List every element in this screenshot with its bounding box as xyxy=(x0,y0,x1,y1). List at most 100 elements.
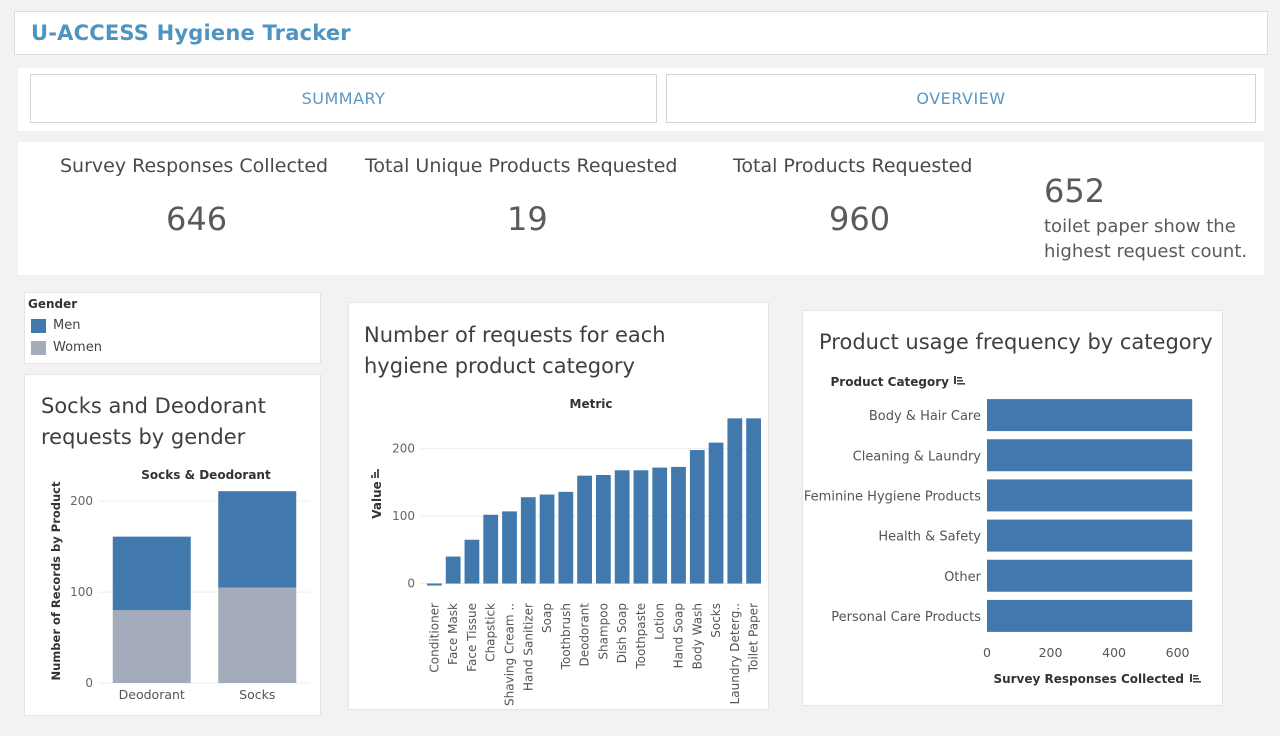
bar-men-socks[interactable] xyxy=(218,491,297,588)
y-tick-label: 200 xyxy=(392,442,415,456)
legend-title: Gender xyxy=(28,297,78,311)
bar-personal-care-products[interactable] xyxy=(987,599,1193,632)
y-tick-label: 100 xyxy=(392,509,415,523)
nav-bar: SUMMARY OVERVIEW xyxy=(18,68,1264,131)
requests-chart-y-axis-label: Value xyxy=(370,481,384,519)
legend-item-women[interactable]: Women xyxy=(31,340,102,355)
socks-chart-subtitle: Socks & Deodorant xyxy=(141,468,271,482)
bar-women-socks[interactable] xyxy=(218,587,297,683)
legend-label-women: Women xyxy=(53,340,102,355)
kpi-survey-value: 646 xyxy=(166,200,228,238)
legend-item-men[interactable]: Men xyxy=(31,318,80,333)
usage-chart-x-axis-label: Survey Responses Collected xyxy=(993,672,1184,686)
x-tick-label: Face Tissue xyxy=(465,603,479,672)
bar-body-wash[interactable] xyxy=(689,450,705,584)
y-tick-label: 200 xyxy=(70,494,93,508)
x-tick-label: Body Wash xyxy=(690,603,704,669)
kpi-unique-label: Total Unique Products Requested xyxy=(365,155,678,177)
y-tick-label: Cleaning & Laundry xyxy=(853,449,982,464)
legend-label-men: Men xyxy=(53,318,81,333)
requests-chart-subtitle: Metric xyxy=(570,397,613,411)
y-tick-label: Other xyxy=(944,570,982,585)
x-tick-label: Face Mask xyxy=(446,603,460,665)
bar-socks[interactable] xyxy=(708,442,724,584)
bar-chapstick[interactable] xyxy=(483,514,499,584)
x-tick-label: Toothpaste xyxy=(634,603,648,670)
x-tick-label: Toothbrush xyxy=(559,603,573,670)
bar-feminine-hygiene-products[interactable] xyxy=(987,479,1193,512)
bar-men-deodorant[interactable] xyxy=(112,536,191,611)
x-tick-label: Dish Soap xyxy=(615,603,629,663)
requests-chart: Metric Value 0 100 200 Conditioner Face Mask… xyxy=(370,397,761,706)
sort-icon[interactable] xyxy=(371,469,379,478)
bar-hand-sanitizer[interactable] xyxy=(520,497,536,584)
overview-button[interactable]: OVERVIEW xyxy=(666,74,1256,123)
requests-panel: Number of requests for each hygiene prod… xyxy=(348,302,769,710)
bar-other[interactable] xyxy=(987,559,1193,592)
x-tick-label: Hand Sanitizer xyxy=(521,603,535,691)
bar-face-tissue[interactable] xyxy=(464,539,480,584)
kpi-total-label: Total Products Requested xyxy=(733,155,973,177)
x-tick-label: Socks xyxy=(709,603,723,638)
bar-toothpaste[interactable] xyxy=(633,470,649,584)
x-tick-label: Laundry Deterg.. xyxy=(728,603,742,704)
bar-body-hair-care[interactable] xyxy=(987,399,1193,432)
y-tick-label: 100 xyxy=(70,585,93,599)
gender-legend: Gender Men Women xyxy=(24,292,321,364)
y-tick-label: 0 xyxy=(85,676,93,690)
x-tick-label: 0 xyxy=(983,645,991,660)
y-tick-label: Personal Care Products xyxy=(831,610,981,625)
summary-button[interactable]: SUMMARY xyxy=(30,74,657,123)
kpi-unique-value: 19 xyxy=(507,200,548,238)
kpi-total-value: 960 xyxy=(829,200,891,238)
bar-soap[interactable] xyxy=(539,494,555,584)
x-tick-label: 400 xyxy=(1102,645,1126,660)
x-tick-label: Shaving Cream .. xyxy=(503,603,517,706)
app-title: U-ACCESS Hygiene Tracker xyxy=(31,21,351,45)
bar-lotion[interactable] xyxy=(652,467,668,584)
bar-cleaning-laundry[interactable] xyxy=(987,439,1193,472)
x-tick-label: Hand Soap xyxy=(672,603,686,668)
bar-face-mask[interactable] xyxy=(445,556,461,584)
sort-category-icon[interactable] xyxy=(954,376,965,385)
x-tick-label: Toilet Paper xyxy=(747,603,761,673)
x-tick-label: 600 xyxy=(1166,645,1190,660)
bar-dish-soap[interactable] xyxy=(614,470,630,584)
bar-conditioner[interactable] xyxy=(427,583,442,586)
x-tick-label: Deodorant xyxy=(578,603,592,667)
bar-shaving-cream-[interactable] xyxy=(502,511,517,584)
title-bar: U-ACCESS Hygiene Tracker xyxy=(14,11,1268,55)
bar-women-deodorant[interactable] xyxy=(112,610,191,683)
socks-chart-y-axis-label: Number of Records by Product xyxy=(49,481,63,681)
bar-health-safety[interactable] xyxy=(987,519,1193,552)
bar-deodorant[interactable] xyxy=(577,475,592,584)
y-tick-label: 0 xyxy=(407,577,415,591)
bar-shampoo[interactable] xyxy=(596,474,611,584)
x-tick-label: Conditioner xyxy=(427,603,441,673)
y-tick-label: Body & Hair Care xyxy=(869,409,981,424)
sort-responses-icon[interactable] xyxy=(1190,674,1201,683)
socks-deodorant-panel: Socks and Deodorant requests by gender S… xyxy=(24,374,321,716)
x-tick-label: Soap xyxy=(540,603,554,633)
usage-chart-y-axis-label: Product Category xyxy=(831,375,950,389)
legend-swatch-men xyxy=(31,318,46,333)
socks-deodorant-chart: Socks & Deodorant Number of Records by P… xyxy=(49,468,310,702)
kpi-survey-label: Survey Responses Collected xyxy=(60,155,329,177)
bar-laundry-deterg-[interactable] xyxy=(727,418,743,584)
x-tick-label: Chapstick xyxy=(484,603,498,662)
usage-chart: Product Category Survey Responses Collec… xyxy=(804,375,1201,686)
usage-panel: Product usage frequency by category Prod… xyxy=(802,310,1223,706)
x-tick-label: Lotion xyxy=(653,603,667,640)
y-tick-label: Feminine Hygiene Products xyxy=(804,489,981,504)
bar-toothbrush[interactable] xyxy=(558,491,574,584)
x-tick-label: 200 xyxy=(1039,645,1063,660)
bar-toilet-paper[interactable] xyxy=(746,418,761,584)
highlight-text: toilet paper show the highest request co… xyxy=(1044,216,1248,262)
highlight-value: 652 xyxy=(1044,172,1106,210)
x-tick-label: Deodorant xyxy=(119,687,185,702)
bar-hand-soap[interactable] xyxy=(671,466,686,584)
kpi-strip: Survey Responses Collected 646 Total Uni… xyxy=(18,142,1264,275)
x-tick-label: Shampoo xyxy=(596,603,610,660)
x-tick-label: Socks xyxy=(239,687,275,702)
y-tick-label: Health & Safety xyxy=(878,530,981,545)
